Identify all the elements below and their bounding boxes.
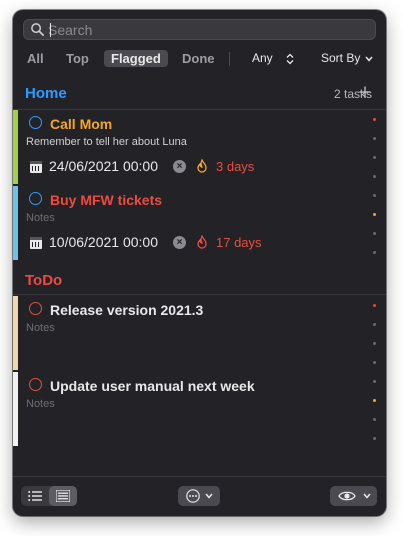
calendar-icon — [30, 161, 42, 173]
priority-dot — [373, 137, 376, 140]
updown-chevron-icon[interactable] — [286, 53, 294, 65]
search-icon — [31, 23, 44, 36]
priority-dot — [373, 437, 376, 440]
priority-dot — [373, 118, 376, 121]
priority-dot — [373, 304, 376, 307]
task-row[interactable]: Release version 2021.3 Notes — [13, 296, 373, 370]
clear-x-icon[interactable]: × — [173, 160, 186, 173]
task-notes[interactable]: Notes — [26, 398, 55, 410]
priority-dot — [373, 361, 376, 364]
task-checkbox[interactable] — [29, 116, 42, 129]
task-row[interactable]: Update user manual next week Notes — [13, 372, 373, 446]
priority-dot — [373, 399, 376, 402]
any-select-label[interactable]: Any — [252, 51, 273, 65]
section-title-todo: ToDo — [25, 272, 63, 289]
flame-icon — [197, 235, 207, 249]
task-checkbox[interactable] — [29, 302, 42, 315]
visibility-button[interactable] — [330, 486, 377, 506]
more-actions-button[interactable] — [178, 486, 220, 506]
priority-dot — [373, 194, 376, 197]
filter-top[interactable]: Top — [66, 51, 89, 66]
task-checkbox[interactable] — [29, 378, 42, 391]
task-row[interactable]: Buy MFW tickets Notes 10/06/2021 00:00 ×… — [13, 186, 373, 260]
task-row[interactable]: Call Mom Remember to tell her about Luna… — [13, 110, 373, 184]
filter-bar: All Top Flagged Done Any Sort By — [13, 50, 386, 68]
task-title[interactable]: Call Mom — [50, 116, 112, 132]
plus-icon[interactable] — [359, 86, 371, 98]
task-notes[interactable]: Notes — [26, 212, 55, 224]
section-divider — [13, 294, 386, 295]
app-window: All Top Flagged Done Any Sort By Home 2 … — [13, 10, 386, 516]
priority-dot — [373, 232, 376, 235]
sort-by-button[interactable]: Sort By — [321, 51, 360, 65]
filter-all[interactable]: All — [27, 51, 44, 66]
filter-done[interactable]: Done — [182, 51, 215, 66]
priority-dot — [373, 156, 376, 159]
compact-list-icon — [56, 490, 70, 502]
eye-icon — [338, 491, 356, 501]
task-title[interactable]: Update user manual next week — [50, 378, 255, 394]
due-date-text[interactable]: 10/06/2021 00:00 — [49, 234, 158, 250]
ellipsis-icon — [186, 489, 200, 503]
task-color-bar — [13, 372, 18, 446]
filter-separator — [229, 52, 230, 66]
task-checkbox[interactable] — [29, 192, 42, 205]
compact-view-button[interactable] — [49, 486, 77, 506]
priority-dot — [373, 342, 376, 345]
task-color-bar — [13, 296, 18, 370]
priority-dot — [373, 175, 376, 178]
days-remaining: 17 days — [216, 235, 262, 250]
priority-dot — [373, 418, 376, 421]
task-title[interactable]: Buy MFW tickets — [50, 192, 162, 208]
chevron-down-icon — [363, 493, 371, 499]
task-title[interactable]: Release version 2021.3 — [50, 302, 203, 318]
priority-dot — [373, 380, 376, 383]
text-caret — [50, 23, 51, 37]
chevron-down-icon[interactable] — [365, 56, 373, 62]
flame-icon — [197, 159, 207, 173]
section-title-home: Home — [25, 85, 67, 102]
task-notes[interactable]: Remember to tell her about Luna — [26, 136, 187, 148]
priority-dot — [373, 323, 376, 326]
clear-x-icon[interactable]: × — [173, 236, 186, 249]
bottom-toolbar — [13, 476, 386, 516]
list-icon — [28, 491, 42, 501]
list-view-button[interactable] — [21, 486, 49, 506]
days-remaining: 3 days — [216, 159, 255, 174]
task-notes[interactable]: Notes — [26, 322, 55, 334]
search-input[interactable] — [48, 21, 368, 38]
view-mode-toggle — [21, 486, 77, 506]
calendar-icon — [30, 237, 42, 249]
chevron-down-icon — [205, 493, 213, 499]
filter-flagged[interactable]: Flagged — [104, 50, 168, 67]
priority-dots — [373, 10, 376, 476]
task-color-bar — [13, 110, 18, 184]
priority-dot — [373, 251, 376, 254]
search-field[interactable] — [23, 19, 376, 40]
due-date-text[interactable]: 24/06/2021 00:00 — [49, 158, 158, 174]
task-color-bar — [13, 186, 18, 260]
priority-dot — [373, 213, 376, 216]
